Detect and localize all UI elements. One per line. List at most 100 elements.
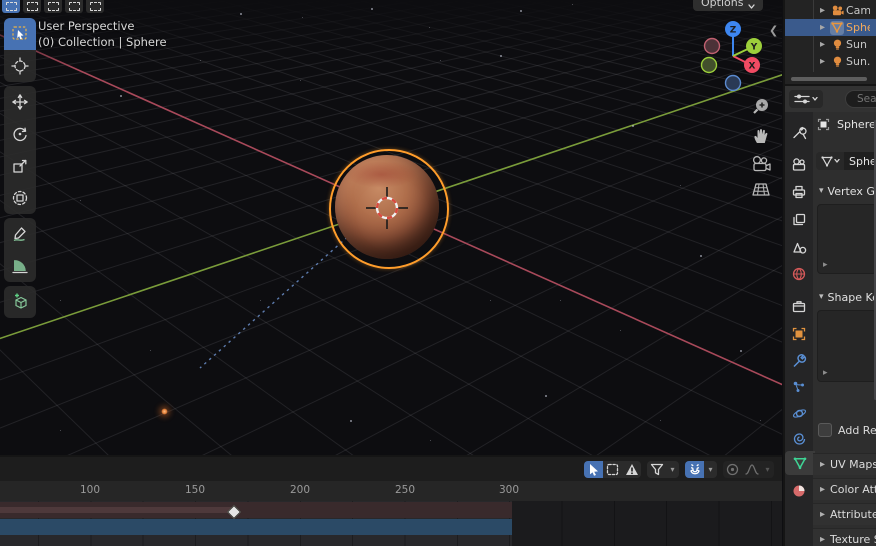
select-box-tool-button[interactable]: [4, 18, 36, 50]
filter-dropdown[interactable]: ▾: [666, 461, 679, 478]
outliner-row-camera[interactable]: ▸ Camera: [785, 2, 876, 19]
zoom-icon[interactable]: [751, 97, 771, 117]
outliner-row-sphere[interactable]: ▸ Sphere: [785, 19, 876, 36]
viewport-3d[interactable]: Options ❮ User Perspective (0) Collectio…: [0, 0, 782, 455]
expand-chevron-icon[interactable]: ▸: [820, 39, 828, 50]
expand-chevron-icon[interactable]: ▸: [820, 5, 828, 16]
snap-toggle-button[interactable]: [685, 461, 704, 478]
outliner-editor[interactable]: ▸ Camera ▸ Sphere ▸ Sun ▸ Sun.001: [785, 0, 876, 83]
add-rest-position-checkbox[interactable]: [818, 423, 832, 437]
select-mode-set-button[interactable]: [2, 0, 20, 13]
tab-render[interactable]: [785, 152, 813, 176]
timeline-channels[interactable]: [0, 501, 782, 546]
tab-collection[interactable]: [785, 294, 813, 318]
properties-header: [785, 86, 876, 112]
list-expand-icon[interactable]: ▸: [823, 260, 828, 270]
tab-output[interactable]: [785, 180, 813, 204]
select-mode-extend-button[interactable]: [23, 0, 41, 13]
tab-physics[interactable]: [785, 401, 813, 425]
falloff-dropdown[interactable]: ▾: [761, 461, 774, 478]
tab-modifiers[interactable]: [785, 349, 813, 373]
select-mode-intersect-button[interactable]: [86, 0, 104, 13]
annotate-pen-icon: [11, 225, 29, 243]
tab-object[interactable]: [785, 322, 813, 346]
gizmo-axis-z-minus[interactable]: [726, 76, 741, 91]
options-dropdown[interactable]: Options: [693, 0, 763, 11]
uv-maps-panel[interactable]: ▸ UV Maps: [813, 453, 876, 475]
chevron-right-icon: ▸: [820, 509, 825, 520]
toggle-ortho-icon[interactable]: [751, 182, 771, 198]
pan-hand-icon[interactable]: [751, 126, 771, 146]
annotate-tool-button[interactable]: [4, 218, 36, 250]
selected-channel-row[interactable]: [0, 519, 512, 535]
breadcrumb: Sphere: [817, 118, 876, 131]
tab-particles[interactable]: [785, 375, 813, 399]
editor-type-button[interactable]: [789, 90, 823, 108]
scale-tool-button[interactable]: [4, 150, 36, 182]
summary-channel-row[interactable]: [0, 502, 512, 518]
chevron-down-icon: ▾: [819, 186, 824, 196]
expand-chevron-icon[interactable]: ▸: [820, 56, 828, 67]
select-mode-invert-button[interactable]: [65, 0, 83, 13]
shape-keys-panel-header[interactable]: ▾ Shape Keys: [813, 288, 876, 306]
breadcrumb-object-name[interactable]: Sphere: [837, 118, 876, 131]
measure-tool-button[interactable]: [4, 250, 36, 282]
move-tool-button[interactable]: [4, 86, 36, 118]
tab-view-layer[interactable]: [785, 208, 813, 232]
mesh-data-icon: [821, 156, 833, 167]
gizmo-axis-x-minus[interactable]: [705, 39, 720, 54]
object-name[interactable]: Sphere: [846, 21, 870, 34]
tab-world[interactable]: [785, 262, 813, 286]
proportional-editing-button[interactable]: [723, 461, 742, 478]
list-expand-icon[interactable]: ▸: [823, 368, 828, 378]
mesh-datablock-button[interactable]: [816, 152, 844, 170]
tab-tool[interactable]: [785, 120, 813, 144]
scale-icon: [11, 157, 29, 175]
attributes-panel[interactable]: ▸ Attributes: [813, 503, 876, 525]
search-box[interactable]: [845, 90, 876, 108]
rotate-tool-button[interactable]: [4, 118, 36, 150]
outliner-row-sun-001[interactable]: ▸ Sun.001: [785, 53, 876, 70]
shape-keys-list[interactable]: ▸: [817, 310, 876, 382]
horizontal-scrollbar[interactable]: [791, 77, 867, 81]
outliner-row-sun[interactable]: ▸ Sun: [785, 36, 876, 53]
object-name[interactable]: Camera: [846, 4, 870, 17]
add-cube-tool-button[interactable]: [4, 286, 36, 318]
show-errors-button[interactable]: [622, 461, 641, 478]
object-name[interactable]: Sun.001: [846, 55, 870, 68]
search-input[interactable]: [855, 92, 876, 106]
gizmo-axis-y-minus[interactable]: [702, 58, 717, 73]
transform-icon: [11, 189, 29, 207]
camera-view-icon[interactable]: [750, 155, 772, 173]
expand-chevron-icon[interactable]: ▸: [820, 22, 828, 33]
object-icon: [817, 118, 830, 131]
proportional-falloff-button[interactable]: [742, 461, 761, 478]
vertex-groups-panel-header[interactable]: ▾ Vertex Groups: [813, 182, 876, 200]
color-attributes-panel[interactable]: ▸ Color Attributes: [813, 478, 876, 500]
tab-scene[interactable]: [785, 236, 813, 260]
select-mode-subtract-button[interactable]: [44, 0, 62, 13]
snap-options-dropdown[interactable]: ▾: [704, 461, 717, 478]
navigation-gizmo[interactable]: Z Y X: [699, 19, 769, 91]
tab-constraints[interactable]: [785, 427, 813, 451]
timeline-ruler[interactable]: 100 150 200 250 300: [0, 481, 782, 501]
object-name[interactable]: Sun: [846, 38, 870, 51]
tweak-select-button[interactable]: [584, 461, 603, 478]
tab-object-data[interactable]: [785, 451, 815, 475]
mesh-name-field[interactable]: Sphere: [844, 152, 876, 170]
cursor-arrow-icon: [17, 30, 23, 39]
chevron-down-icon: [748, 4, 755, 9]
cursor-tool-button[interactable]: [4, 50, 36, 82]
tab-material[interactable]: [785, 479, 813, 503]
sidebar-toggle-arrow[interactable]: ❮: [769, 24, 778, 37]
ruler-tick-200: 200: [280, 484, 320, 496]
properties-editor[interactable]: Sphere Sphere ▾ Vertex Groups ▸: [785, 84, 876, 546]
timeline-editor[interactable]: ▾ ▾ ▾ 100 150 200 250 300: [0, 455, 782, 546]
texture-space-panel[interactable]: ▸ Texture Space: [813, 528, 876, 546]
filter-button[interactable]: [647, 461, 666, 478]
transform-tool-button[interactable]: [4, 182, 36, 214]
box-select-button[interactable]: [603, 461, 622, 478]
panel-label: Shape Keys: [828, 291, 876, 304]
vertex-groups-list[interactable]: ▸: [817, 204, 876, 274]
panel-label: UV Maps: [830, 458, 876, 471]
